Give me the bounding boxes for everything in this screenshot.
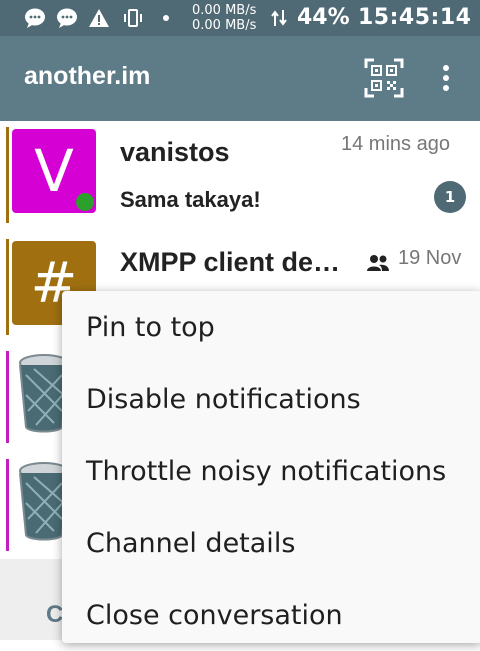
- network-download-speed: 0.00 MB/s: [192, 18, 257, 33]
- online-status-dot: [76, 193, 94, 211]
- conversation-time: 14 mins ago: [341, 133, 450, 155]
- context-menu: Pin to top Disable notifications Throttl…: [62, 291, 480, 643]
- data-transfer-icon: [271, 10, 287, 26]
- avatar-initial: V: [34, 137, 74, 205]
- menu-item-label: Pin to top: [86, 311, 215, 343]
- menu-item-label: Channel details: [86, 527, 296, 559]
- vibrate-icon: [124, 9, 142, 27]
- menu-item-label: Throttle noisy notifications: [86, 455, 447, 487]
- conversation-row[interactable]: V vanistos 14 mins ago Sama takaya! 1: [0, 121, 480, 233]
- clock: 15:45:14: [358, 5, 472, 30]
- conversation-accent: [6, 127, 9, 223]
- warning-icon: [89, 9, 109, 27]
- dot-icon: [163, 15, 169, 21]
- menu-item-pin-to-top[interactable]: Pin to top: [62, 291, 480, 363]
- conversation-accent: [6, 239, 9, 335]
- conversation-accent: [6, 351, 9, 443]
- last-message: Sama takaya!: [120, 187, 261, 212]
- menu-item-channel-details[interactable]: Channel details: [62, 507, 480, 579]
- network-upload-speed: 0.00 MB/s: [192, 3, 257, 18]
- more-vert-icon[interactable]: [432, 60, 460, 96]
- chat-bubble-icon: [25, 8, 45, 28]
- status-bar: 0.00 MB/s 0.00 MB/s 44% 15:45:14: [0, 0, 480, 36]
- conversation-accent: [6, 459, 9, 551]
- menu-item-label: Close conversation: [86, 599, 343, 631]
- unread-badge: 1: [434, 181, 466, 213]
- conversation-name: XMPP client de…: [120, 247, 341, 277]
- trash-bin-icon: [19, 354, 64, 433]
- menu-item-close-conversation[interactable]: Close conversation: [62, 579, 480, 651]
- bottom-bar-label[interactable]: C: [46, 601, 63, 629]
- menu-item-throttle-notifications[interactable]: Throttle noisy notifications: [62, 435, 480, 507]
- chat-bubble-icon: [57, 8, 77, 28]
- trash-bin-icon: [19, 462, 64, 541]
- app-bar: another.im: [0, 36, 480, 121]
- group-icon: [367, 255, 389, 271]
- conversation-name: vanistos: [120, 137, 230, 167]
- menu-item-label: Disable notifications: [86, 383, 361, 415]
- menu-item-disable-notifications[interactable]: Disable notifications: [62, 363, 480, 435]
- battery-level: 44%: [297, 5, 350, 30]
- conversation-time: 19 Nov: [398, 247, 462, 269]
- app-title: another.im: [24, 62, 151, 90]
- network-speed: 0.00 MB/s 0.00 MB/s: [192, 3, 256, 33]
- avatar: V: [12, 129, 96, 213]
- qr-code-icon[interactable]: [364, 58, 404, 98]
